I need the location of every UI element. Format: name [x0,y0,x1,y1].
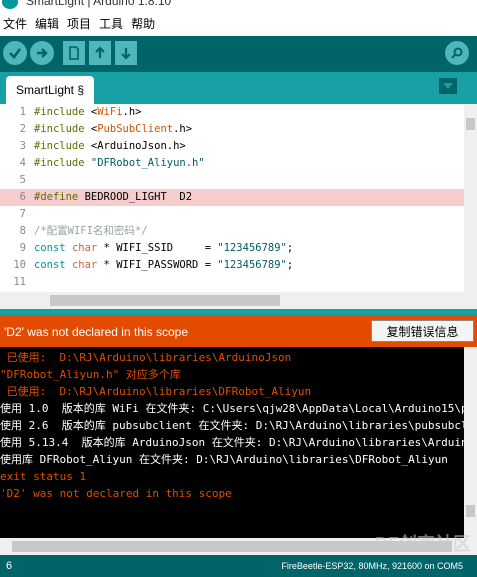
scroll-thumb[interactable] [50,295,280,306]
tab-menu-button[interactable] [439,78,457,94]
arrow-right-icon [37,48,48,58]
open-button[interactable] [89,41,111,65]
title-bar: SmartLight | Arduino 1.8.10 [0,0,477,10]
arduino-logo-icon [2,0,18,9]
console-line: 已使用: D:\RJ\Arduino\libraries\DFRobot_Ali… [0,385,312,398]
copy-error-button[interactable]: 复制错误信息 [371,320,474,342]
code-line[interactable]: 5 [0,172,464,189]
line-number: 4 [19,157,26,169]
menu-tools[interactable]: 工具 [98,13,124,34]
console-line: exit status 1 [0,470,87,483]
tab-bar: SmartLight § [0,72,477,104]
console-line: 使用 2.6 版本的库 pubsubclient 在文件夹: D:\RJ\Ard… [0,419,464,432]
triangle-down-icon [443,83,453,89]
menu-project[interactable]: 项目 [66,13,92,34]
code-text: #include <ArduinoJson.h> [34,140,186,152]
menu-edit[interactable]: 编辑 [34,13,60,34]
console-line: 'D2' was not declared in this scope [0,487,232,500]
code-text: #include <WiFi.h> [34,106,142,118]
code-line[interactable]: 10 const char * WIFI_PASSWORD = "12345678… [0,257,464,274]
editor-horizontal-scrollbar[interactable] [0,292,477,309]
menu-help[interactable]: 帮助 [130,13,156,34]
line-number: 9 [19,242,26,254]
window-title: SmartLight | Arduino 1.8.10 [26,0,172,8]
code-line[interactable]: 7 [0,206,464,223]
upload-button[interactable] [30,41,54,65]
code-line[interactable]: 3 #include <ArduinoJson.h> [0,138,464,155]
code-line[interactable]: 4 #include "DFRobot_Aliyun.h" [0,155,464,172]
error-message: 'D2' was not declared in this scope [4,325,189,339]
line-number: 2 [19,123,26,135]
code-line[interactable]: 8 /*配置WIFI名和密码*/ [0,223,464,240]
code-text: #include "DFRobot_Aliyun.h" [34,157,205,169]
save-button[interactable] [115,41,137,65]
toolbar [0,36,477,72]
cursor-line-number: 6 [6,560,13,572]
code-line[interactable]: 11 [0,274,464,291]
code-line[interactable]: 6 #define BEDROOD_LIGHT D2 [0,189,464,206]
line-number: 10 [13,259,26,271]
scroll-thumb[interactable] [466,505,475,517]
console-line: "DFRobot_Aliyun.h" 对应多个库 [0,368,181,381]
line-number: 3 [19,140,26,152]
line-number: 7 [19,208,26,220]
verify-button[interactable] [3,41,27,65]
line-number: 11 [13,276,26,288]
line-number: 1 [19,106,26,118]
code-line[interactable]: 1 #include <WiFi.h> [0,104,464,121]
scroll-thumb[interactable] [466,118,475,130]
serial-monitor-button[interactable] [445,41,469,65]
code-text: const char * WIFI_SSID = "123456789"; [34,242,294,254]
code-line[interactable]: 9 const char * WIFI_SSID = "123456789"; [0,240,464,257]
code-editor[interactable]: 1 #include <WiFi.h> 2 #include <PubSubClien… [0,104,477,292]
error-status-bar: 'D2' was not declared in this scope 复制错误… [0,315,477,347]
console-line: 使用 5.13.4 版本的库 ArduinoJson 在文件夹: D:\RJ\A… [0,436,464,449]
line-number: 8 [19,225,26,237]
tab-smartlight[interactable]: SmartLight § [6,76,94,104]
console-vertical-scrollbar[interactable] [464,347,477,538]
line-number: 5 [19,174,26,186]
magnifier-icon [451,47,463,59]
line-number: 6 [19,191,26,203]
code-text: #include <PubSubClient.h> [34,123,193,135]
file-icon [69,46,79,60]
new-button[interactable] [63,41,85,65]
editor-vertical-scrollbar[interactable] [464,104,477,292]
code-text: /*配置WIFI名和密码*/ [34,225,148,237]
menu-file[interactable]: 文件 [2,13,28,34]
arrow-up-icon [95,46,105,58]
console-line: 使用库 DFRobot_Aliyun 在文件夹: D:\RJ\Arduino\l… [0,453,448,466]
board-info: FireBeetle-ESP32, 80MHz, 921600 on COM5 [281,561,463,571]
console-line: 已使用: D:\RJ\Arduino\libraries\ArduinoJson [0,351,292,364]
arrow-down-icon [121,48,131,60]
menu-bar: 文件 编辑 项目 工具 帮助 [0,10,477,36]
watermark: DF创客社区 [375,534,471,554]
console-line: 使用 1.0 版本的库 WiFi 在文件夹: C:\Users\qjw28\Ap… [0,402,464,415]
check-icon [9,48,22,59]
code-line[interactable]: 2 #include <PubSubClient.h> [0,121,464,138]
code-text: const char * WIFI_PASSWORD = "123456789"… [34,259,294,271]
console-output[interactable]: 已使用: D:\RJ\Arduino\libraries\ArduinoJson… [0,347,477,538]
code-text: #define BEDROOD_LIGHT D2 [34,191,193,203]
footer-status-bar: 6 FireBeetle-ESP32, 80MHz, 921600 on COM… [0,555,477,577]
